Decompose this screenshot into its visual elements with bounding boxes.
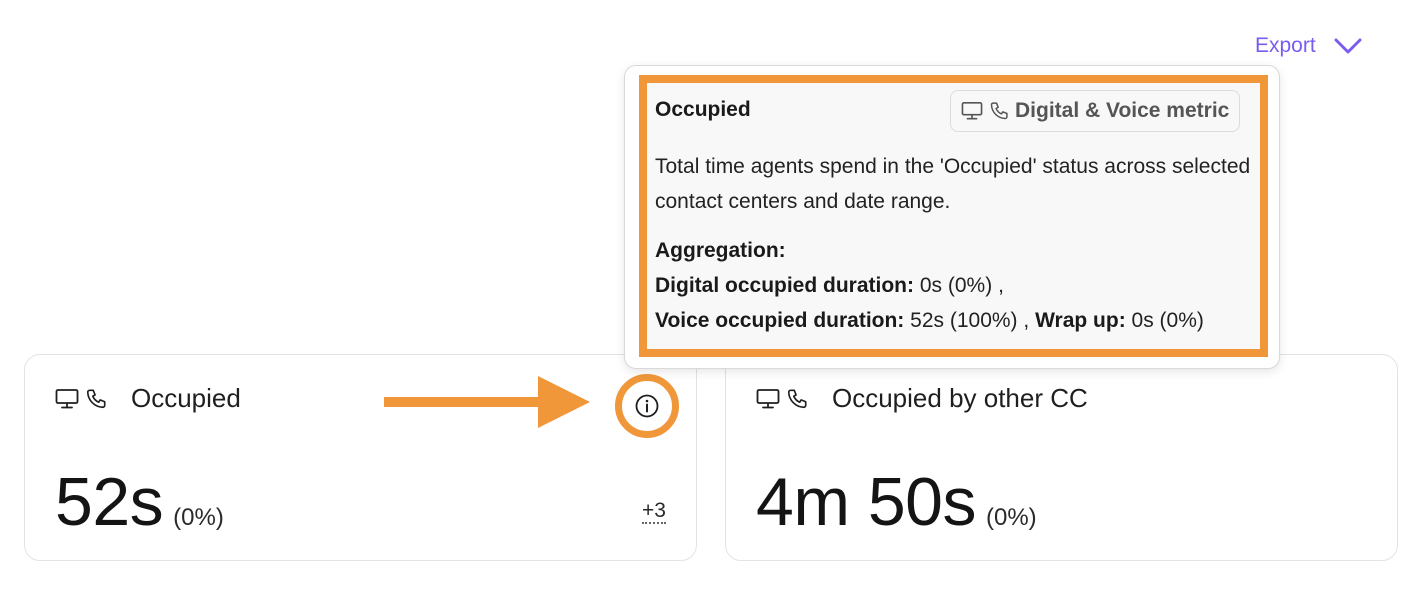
metric-card-occupied-other-cc: Occupied by other CC 4m 50s (0%) <box>725 354 1398 561</box>
channel-icons <box>756 388 808 410</box>
voice-value: 52s (100%) <box>910 309 1018 332</box>
aggregation-heading: Aggregation: <box>655 239 786 262</box>
more-count-badge[interactable]: +3 <box>642 500 666 524</box>
tooltip-description: Total time agents spend in the 'Occupied… <box>655 155 1251 213</box>
metric-type-chip: Digital & Voice metric <box>950 90 1241 132</box>
export-dropdown[interactable]: Export <box>1255 34 1362 58</box>
phone-icon <box>989 101 1009 121</box>
phone-icon <box>786 388 808 410</box>
tooltip-title: Occupied <box>655 98 751 121</box>
info-icon <box>634 393 660 419</box>
phone-icon <box>85 388 107 410</box>
page: Export Occupied 52s (0%) +3 Occupied by … <box>0 0 1424 595</box>
digital-value: 0s (0%) <box>919 274 993 297</box>
card-title: Occupied <box>131 383 241 413</box>
export-label: Export <box>1255 34 1316 57</box>
metric-percent: (0%) <box>986 504 1037 531</box>
separator: , <box>998 274 1004 297</box>
metric-type-label: Digital & Voice metric <box>1015 99 1230 122</box>
wrap-up-label: Wrap up: <box>1035 309 1126 332</box>
monitor-icon <box>961 101 983 121</box>
arrow-right-icon <box>382 374 594 435</box>
digital-label: Digital occupied duration: <box>655 274 915 297</box>
metric-big-value: 4m 50s <box>756 464 977 540</box>
metric-value: 52s (0%) <box>55 463 224 541</box>
metric-tooltip: Occupied Digital & Voice metric Total ti <box>624 65 1280 369</box>
voice-label: Voice occupied duration: <box>655 309 905 332</box>
metric-percent: (0%) <box>173 504 224 531</box>
channel-icons <box>55 388 107 410</box>
monitor-icon <box>756 388 780 410</box>
metric-value: 4m 50s (0%) <box>756 463 1037 541</box>
chevron-down-icon <box>1334 37 1362 55</box>
info-button[interactable] <box>615 374 679 438</box>
tooltip-aggregation: Aggregation: Digital occupied duration: … <box>655 233 1265 338</box>
card-title: Occupied by other CC <box>832 383 1088 413</box>
card-header: Occupied <box>55 383 241 414</box>
separator: , <box>1023 309 1030 332</box>
card-header: Occupied by other CC <box>756 383 1088 414</box>
metric-big-value: 52s <box>55 464 164 540</box>
monitor-icon <box>55 388 79 410</box>
wrap-up-value: 0s (0%) <box>1131 309 1204 332</box>
metric-card-occupied: Occupied 52s (0%) +3 <box>24 354 697 561</box>
tooltip-content: Occupied Digital & Voice metric Total ti <box>639 75 1268 357</box>
